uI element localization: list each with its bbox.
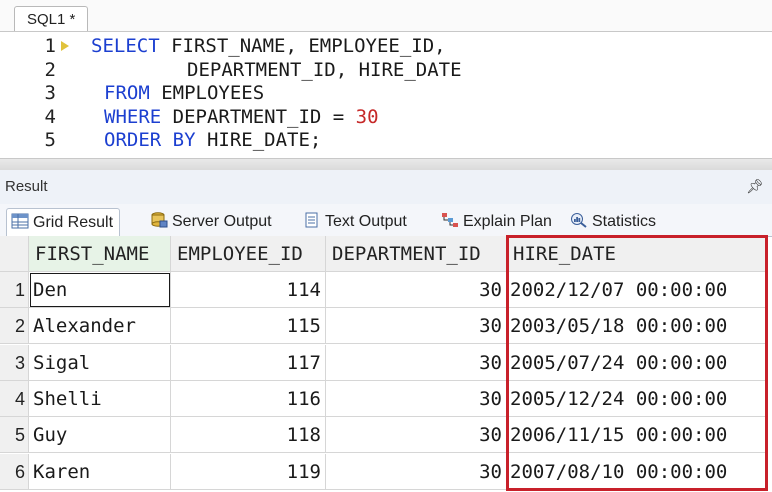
code-line[interactable]: 3 FROM EMPLOYEES [0,81,772,105]
code-line[interactable]: 5 ORDER BY HIRE_DATE; [0,128,772,152]
cell-hire-date[interactable]: 2003/05/18 00:00:00 [507,308,768,345]
row-number[interactable]: 1 [0,272,29,308]
grid-icon [11,213,29,229]
cell-first-name[interactable]: Sigal [29,344,171,381]
code-text: ORDER BY HIRE_DATE; [104,128,321,152]
sql-keyword: SELECT [91,35,160,57]
sql-number: 30 [355,105,379,128]
table-row[interactable]: 1 Den 114 30 2002/12/07 00:00:00 [0,272,772,308]
cell-department-id[interactable]: 30 [326,272,507,308]
cell-first-name[interactable]: Karen [29,453,171,490]
cell-hire-date[interactable]: 2007/08/10 00:00:00 [507,453,768,490]
table-row[interactable]: 5 Guy 118 30 2006/11/15 00:00:00 [0,417,772,454]
code-line[interactable]: 2 DEPARTMENT_ID, HIRE_DATE [0,58,772,82]
code-text: FROM EMPLOYEES [104,81,264,105]
sql-keyword: FROM [104,82,150,104]
cell-department-id[interactable]: 30 [326,453,507,490]
sql-identifier: DEPARTMENT_ID, HIRE_DATE [187,58,462,81]
row-number-header [0,236,29,272]
cell-hire-date[interactable]: 2002/12/07 00:00:00 [507,272,768,308]
line-number: 3 [44,82,56,104]
tab-statistics[interactable]: Statistics [566,208,662,235]
cell-employee-id[interactable]: 119 [171,453,326,490]
cell-hire-date[interactable]: 2005/12/24 00:00:00 [507,380,768,417]
tab-explain-plan[interactable]: Explain Plan [437,208,558,235]
tab-text-output[interactable]: Text Output [299,208,413,235]
code-line[interactable]: 1 SELECT FIRST_NAME, EMPLOYEE_ID, [0,34,772,58]
line-number: 4 [44,105,56,128]
current-statement-arrow-icon [61,41,69,51]
row-number[interactable]: 5 [0,417,29,454]
cell-hire-date[interactable]: 2005/07/24 00:00:00 [507,344,768,381]
sql-identifier: HIRE_DATE; [195,129,322,151]
row-number[interactable]: 3 [0,344,29,381]
column-header-employee-id[interactable]: EMPLOYEE_ID [171,236,326,272]
sql-identifier: FIRST_NAME, EMPLOYEE_ID, [159,35,446,57]
line-number: 5 [44,129,56,151]
database-icon [151,212,168,228]
cell-first-name[interactable]: Alexander [29,308,171,345]
row-number[interactable]: 4 [0,380,29,417]
plan-icon [442,213,458,227]
table-row[interactable]: 3 Sigal 117 30 2005/07/24 00:00:00 [0,344,772,381]
tab-label: Text Output [325,213,407,230]
tab-label: Grid Result [33,214,114,231]
code-text: WHERE DEPARTMENT_ID = 30 [104,105,379,129]
cell-employee-id[interactable]: 117 [171,344,326,381]
row-number[interactable]: 6 [0,453,29,490]
table-row[interactable]: 6 Karen 119 30 2007/08/10 00:00:00 [0,453,772,490]
code-text: DEPARTMENT_ID, HIRE_DATE [187,58,462,82]
table-row[interactable]: 4 Shelli 116 30 2005/12/24 00:00:00 [0,380,772,417]
column-header-hire-date[interactable]: HIRE_DATE [507,236,768,272]
line-number: 1 [44,35,56,57]
cell-employee-id[interactable]: 116 [171,380,326,417]
cell-employee-id[interactable]: 115 [171,308,326,345]
result-panel-header: Result 📌︎ [0,170,772,205]
result-tabs: Grid Result Server Output Text Output Ex… [0,204,772,237]
cell-first-name[interactable]: Guy [29,417,171,454]
tab-label: Server Output [172,213,272,230]
cell-first-name[interactable]: Den [29,272,171,308]
sql-identifier: EMPLOYEES [149,82,265,104]
column-header-department-id[interactable]: DEPARTMENT_ID [326,236,507,272]
code-text: SELECT FIRST_NAME, EMPLOYEE_ID, [91,34,446,58]
sql-keyword: WHERE [104,105,162,128]
table-row[interactable]: 2 Alexander 115 30 2003/05/18 00:00:00 [0,308,772,345]
cell-hire-date[interactable]: 2006/11/15 00:00:00 [507,417,768,454]
sql-editor[interactable]: 1 SELECT FIRST_NAME, EMPLOYEE_ID, 2 DEPARTM… [0,32,772,158]
cell-department-id[interactable]: 30 [326,380,507,417]
editor-tab-bar: SQL1 * [0,0,772,33]
tab-label: Explain Plan [463,213,552,230]
pin-icon[interactable]: 📌︎ [746,178,764,195]
cell-department-id[interactable]: 30 [326,417,507,454]
sql-keyword: ORDER BY [104,129,196,151]
tab-sql1[interactable]: SQL1 * [14,6,89,33]
cell-department-id[interactable]: 30 [326,344,507,381]
column-header-first-name[interactable]: FIRST_NAME [29,236,171,272]
row-number[interactable]: 2 [0,308,29,345]
line-number: 2 [44,58,56,81]
result-panel-title: Result [5,178,48,195]
cell-first-name[interactable]: Shelli [29,380,171,417]
statistics-icon [571,213,587,228]
cell-employee-id[interactable]: 118 [171,417,326,454]
cell-employee-id[interactable]: 114 [171,272,326,308]
tab-grid-result[interactable]: Grid Result [6,208,121,237]
cell-department-id[interactable]: 30 [326,308,507,345]
document-icon [305,212,318,228]
tab-label: Statistics [592,213,657,230]
sql-identifier: DEPARTMENT_ID = [161,105,356,128]
tab-server-output[interactable]: Server Output [146,208,278,235]
code-line[interactable]: 4 WHERE DEPARTMENT_ID = 30 [0,105,772,129]
